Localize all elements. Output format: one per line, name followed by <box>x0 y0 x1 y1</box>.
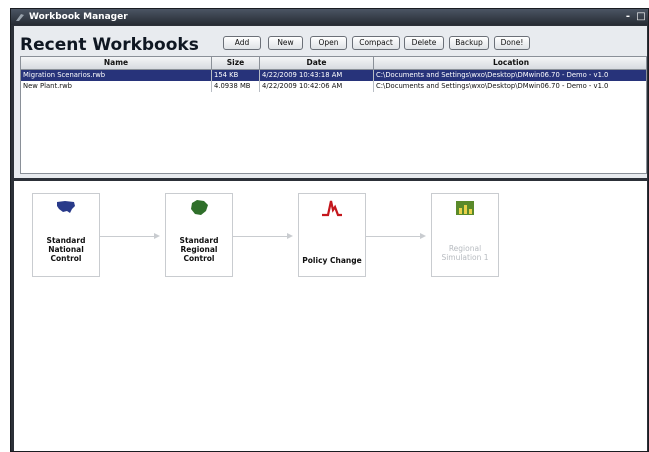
us-map-icon <box>57 201 75 213</box>
table-row[interactable]: New Plant.rwb 4.0938 MB 4/22/2009 10:42:… <box>21 81 646 92</box>
table-header: Name Size Date Location <box>21 57 646 70</box>
flow-arrow-icon <box>154 233 160 239</box>
maximize-button[interactable]: □ <box>636 9 646 25</box>
flow-connector <box>233 236 287 237</box>
flow-node-policy-change[interactable]: Policy Change <box>298 193 366 277</box>
page-title: Recent Workbooks <box>20 35 199 55</box>
simulation-chart-icon <box>456 201 474 215</box>
cell-date: 4/22/2009 10:42:06 AM <box>260 81 374 92</box>
column-header-location[interactable]: Location <box>374 57 646 69</box>
cell-location: C:\Documents and Settings\wxo\Desktop\DM… <box>376 82 609 90</box>
window-title: Workbook Manager <box>29 12 128 22</box>
flow-node-label: Regional Simulation 1 <box>441 244 489 262</box>
table-row[interactable]: Migration Scenarios.rwb 154 KB 4/22/2009… <box>21 70 646 81</box>
column-header-date[interactable]: Date <box>260 57 374 69</box>
flow-node-standard-regional-control[interactable]: Standard Regional Control <box>165 193 233 277</box>
flow-arrow-icon <box>420 233 426 239</box>
flow-node-standard-national-control[interactable]: Standard National Control <box>32 193 100 277</box>
done-button[interactable]: Done! <box>494 36 530 50</box>
workbooks-table: Name Size Date Location Migration Scenar… <box>20 56 647 174</box>
column-header-size[interactable]: Size <box>212 57 260 69</box>
flow-node-regional-simulation-1[interactable]: Regional Simulation 1 <box>431 193 499 277</box>
region-map-icon <box>191 200 208 215</box>
cell-name: Migration Scenarios.rwb <box>21 70 212 81</box>
minimize-button[interactable]: - <box>623 9 633 25</box>
flow-node-label: Standard Regional Control <box>179 236 219 263</box>
title-bar[interactable]: Workbook Manager - □ <box>11 9 648 25</box>
policy-spike-icon <box>322 200 342 217</box>
cell-location: C:\Documents and Settings\wxo\Desktop\DM… <box>376 71 609 79</box>
cell-name: New Plant.rwb <box>21 81 212 92</box>
delete-button[interactable]: Delete <box>404 36 444 50</box>
add-button[interactable]: Add <box>223 36 261 50</box>
workbook-manager-window: Workbook Manager - □ Recent Workbooks Ad… <box>10 8 649 452</box>
flow-arrow-icon <box>287 233 293 239</box>
flow-connector <box>366 236 420 237</box>
open-button[interactable]: Open <box>310 36 347 50</box>
new-button[interactable]: New <box>268 36 303 50</box>
workflow-canvas: Standard National Control Standard Regio… <box>14 181 647 451</box>
cell-size: 4.0938 MB <box>212 81 260 92</box>
cell-size: 154 KB <box>212 70 260 81</box>
compact-button[interactable]: Compact <box>352 36 400 50</box>
flow-node-label: Policy Change <box>302 256 362 265</box>
flow-node-label: Standard National Control <box>46 236 86 263</box>
column-header-name[interactable]: Name <box>21 57 212 69</box>
recent-workbooks-panel: Recent Workbooks Add New Open Compact De… <box>14 26 647 178</box>
cell-date: 4/22/2009 10:43:18 AM <box>260 70 374 81</box>
app-icon <box>16 14 24 21</box>
backup-button[interactable]: Backup <box>449 36 489 50</box>
flow-connector <box>100 236 154 237</box>
